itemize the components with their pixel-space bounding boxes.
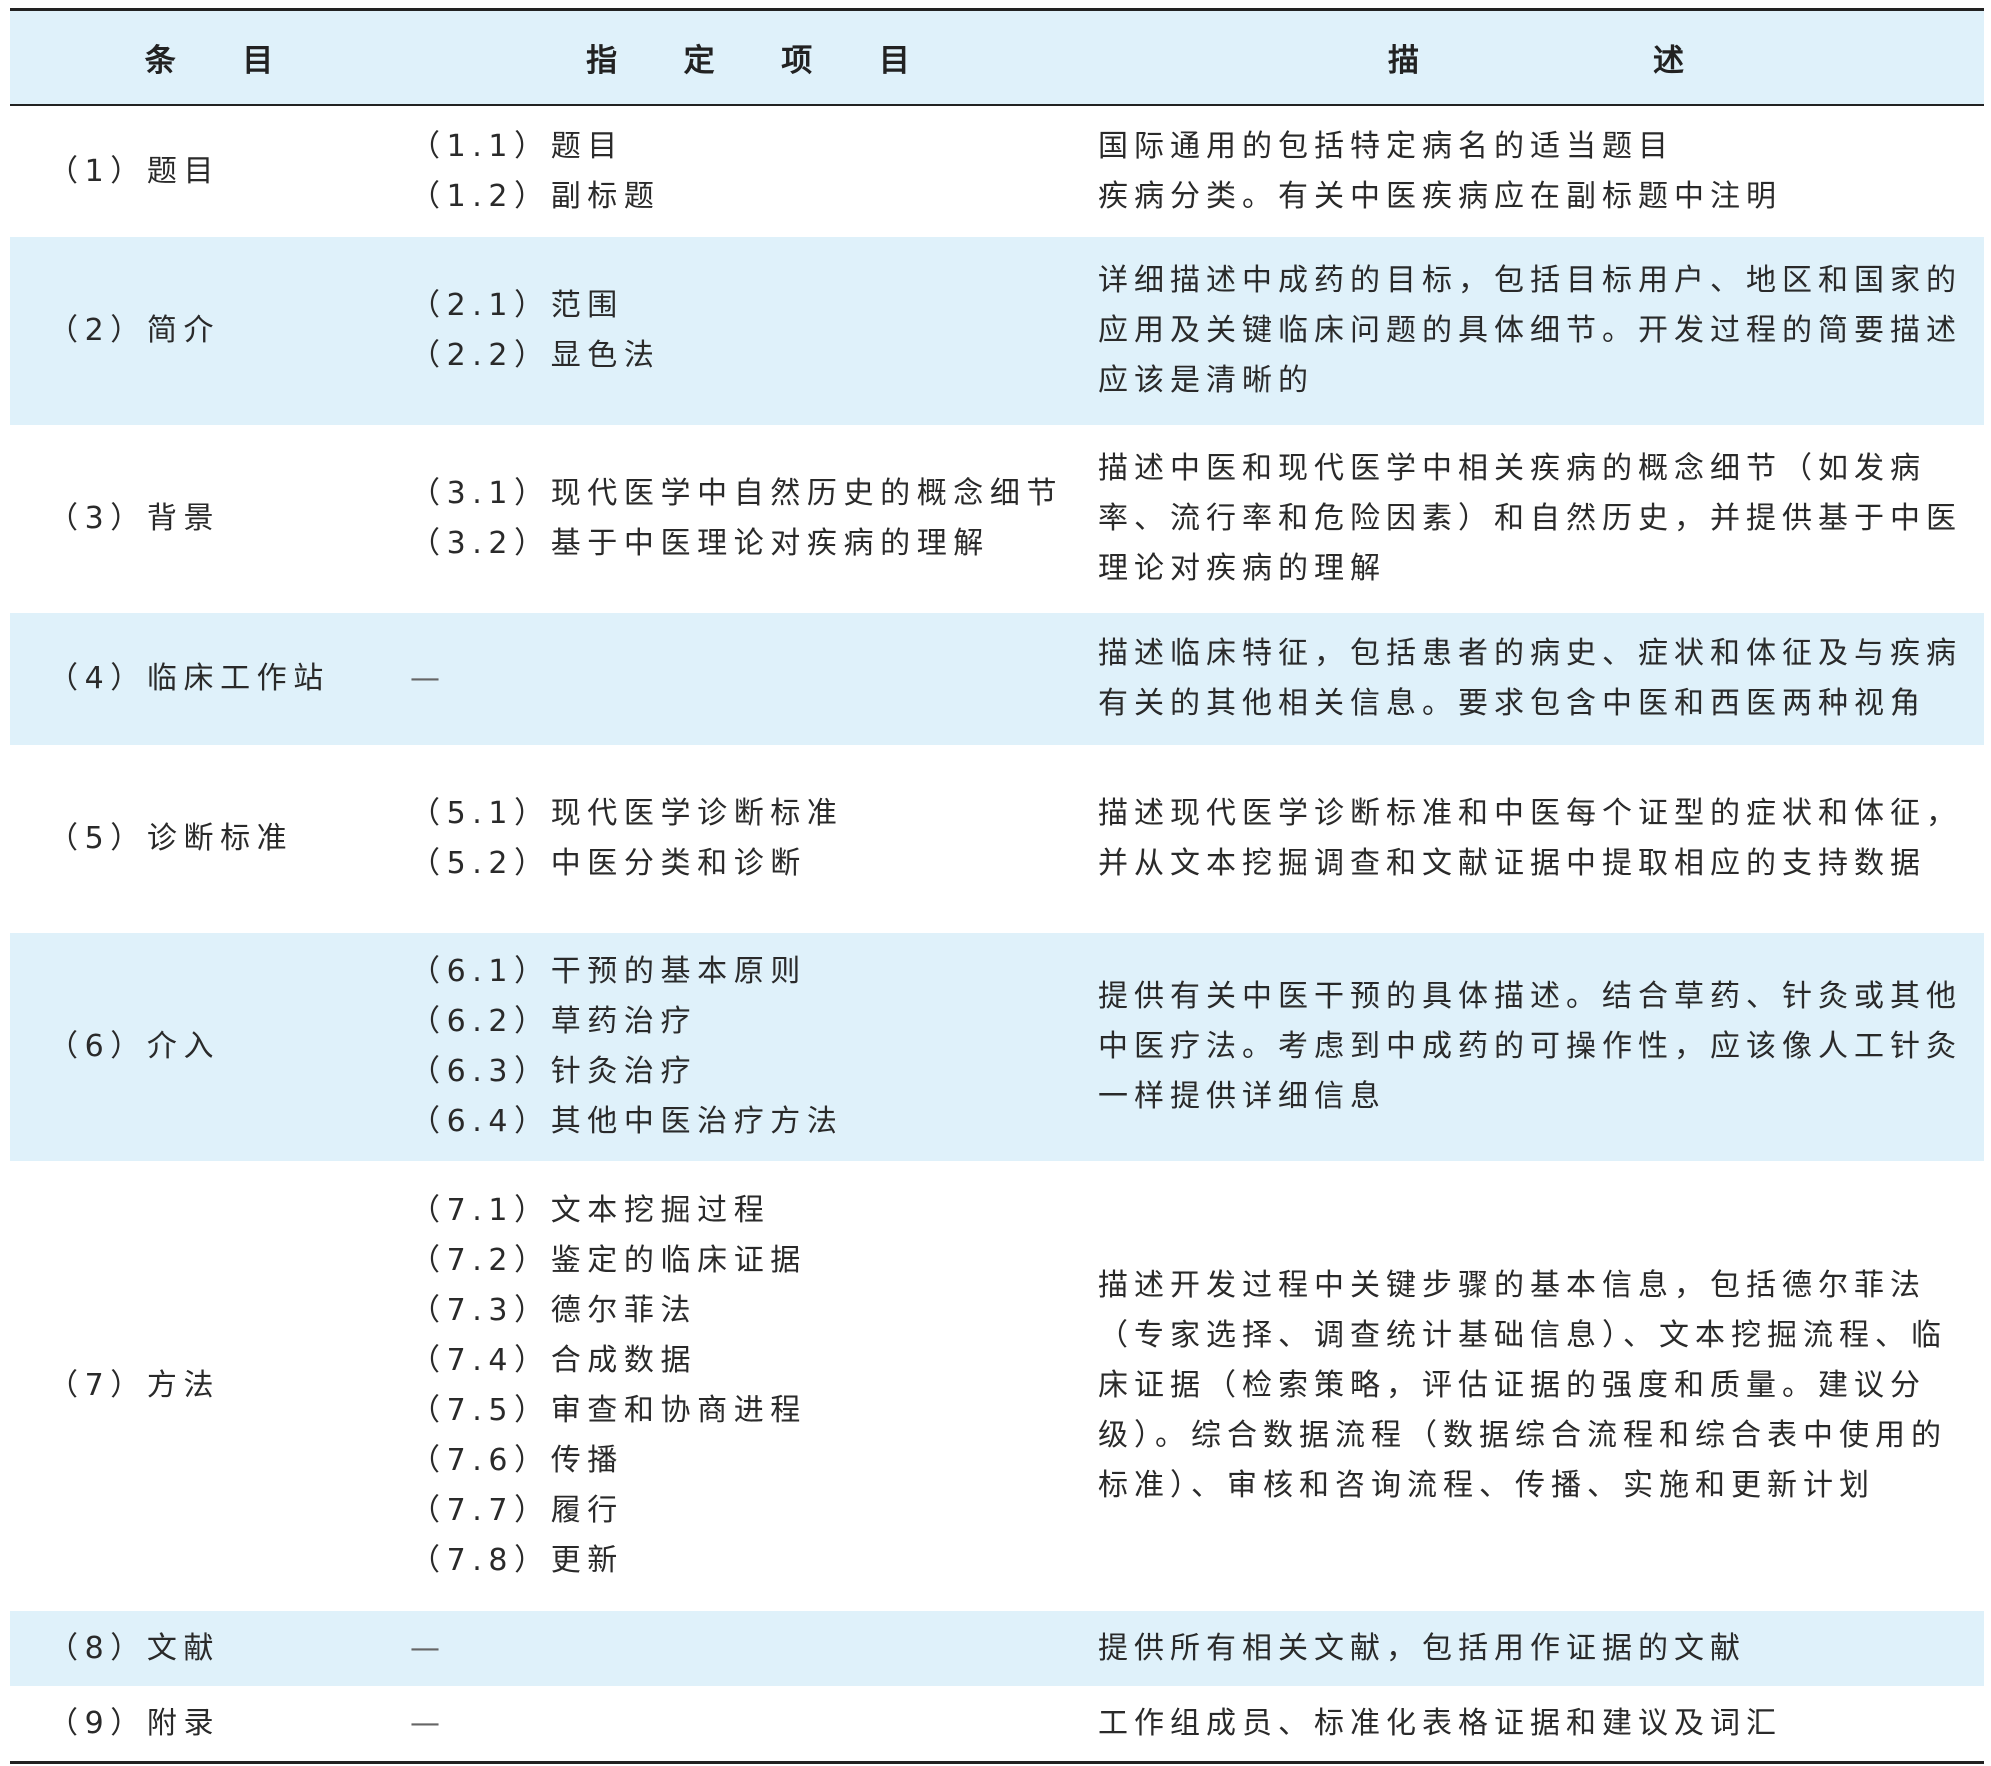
- description-cell: 国际通用的包括特定病名的适当题目 疾病分类。有关中医疾病应在副标题中注明: [1088, 105, 1984, 237]
- table-body: （1）题目 （1.1）题目 （1.2）副标题 国际通用的包括特定病名的适当题目 疾病分…: [10, 105, 1984, 1761]
- specified-item: （7.7）履行: [410, 1493, 624, 1528]
- item-label: （1）题目: [48, 153, 221, 189]
- specified-item: （3.1）现代医学中自然历史的概念细节: [410, 476, 1064, 511]
- item-cell: （1）题目: [10, 105, 408, 237]
- specified-items-cell: （6.1）干预的基本原则 （6.2）草药治疗 （6.3）针灸治疗 （6.4）其他中医治…: [408, 933, 1088, 1161]
- item-label: （7）方法: [48, 1368, 221, 1403]
- description-cell: 描述临床特征，包括患者的病史、症状和体征及与疾病有关的其他相关信息。要求包含中医…: [1088, 613, 1984, 745]
- items-table: 条 目 指 定 项 目 描 述 （1）题目 （1.1）题目 （1.2）副标题 国际通用…: [10, 11, 1984, 1761]
- description-text: 描述临床特征，包括患者的病史、症状和体征及与疾病有关的其他相关信息。要求包含中医…: [1098, 636, 1962, 721]
- item-cell: （6）介入: [10, 933, 408, 1161]
- description-cell: 工作组成员、标准化表格证据和建议及词汇: [1088, 1686, 1984, 1761]
- specified-item: —: [410, 661, 440, 696]
- specified-item: —: [410, 1630, 440, 1666]
- specified-item: （5.1）现代医学诊断标准: [410, 796, 844, 831]
- description-cell: 描述中医和现代医学中相关疾病的概念细节（如发病率、流行率和危险因素）和自然历史，…: [1088, 425, 1984, 613]
- item-label: （3）背景: [48, 501, 221, 536]
- specified-item: （2.1）范围: [410, 288, 624, 323]
- item-label: （6）介入: [48, 1029, 221, 1064]
- specified-item: （6.4）其他中医治疗方法: [410, 1104, 844, 1139]
- specified-item: —: [410, 1705, 440, 1741]
- description-text: 提供所有相关文献，包括用作证据的文献: [1098, 1630, 1746, 1666]
- table-row: （8）文献 — 提供所有相关文献，包括用作证据的文献: [10, 1611, 1984, 1686]
- item-label: （8）文献: [48, 1630, 221, 1666]
- table-row: （6）介入 （6.1）干预的基本原则 （6.2）草药治疗 （6.3）针灸治疗 （6.4）…: [10, 933, 1984, 1161]
- description-text: 详细描述中成药的目标，包括目标用户、地区和国家的应用及关键临床问题的具体细节。开…: [1098, 263, 1962, 398]
- description-cell: 提供有关中医干预的具体描述。结合草药、针灸或其他中医疗法。考虑到中成药的可操作性…: [1088, 933, 1984, 1161]
- specified-item: （6.3）针灸治疗: [410, 1054, 698, 1089]
- header-description: 描 述: [1088, 11, 1984, 106]
- specified-items-cell: —: [408, 613, 1088, 745]
- table-row: （1）题目 （1.1）题目 （1.2）副标题 国际通用的包括特定病名的适当题目 疾病分…: [10, 105, 1984, 237]
- description-text: 描述现代医学诊断标准和中医每个证型的症状和体征，并从文本挖掘调查和文献证据中提取…: [1098, 796, 1962, 881]
- item-cell: （3）背景: [10, 425, 408, 613]
- item-cell: （2）简介: [10, 237, 408, 425]
- description-text: 描述中医和现代医学中相关疾病的概念细节（如发病率、流行率和危险因素）和自然历史，…: [1098, 451, 1962, 586]
- table-row: （4）临床工作站 — 描述临床特征，包括患者的病史、症状和体征及与疾病有关的其他相关…: [10, 613, 1984, 745]
- specified-item: （3.2）基于中医理论对疾病的理解: [410, 526, 990, 561]
- table-row: （7）方法 （7.1）文本挖掘过程 （7.2）鉴定的临床证据 （7.3）德尔菲法 （7.…: [10, 1161, 1984, 1611]
- item-cell: （4）临床工作站: [10, 613, 408, 745]
- specified-items-cell: （2.1）范围 （2.2）显色法: [408, 237, 1088, 425]
- item-label: （4）临床工作站: [48, 661, 330, 696]
- specified-items-cell: （1.1）题目 （1.2）副标题: [408, 105, 1088, 237]
- table-row: （3）背景 （3.1）现代医学中自然历史的概念细节 （3.2）基于中医理论对疾病的理…: [10, 425, 1984, 613]
- item-cell: （8）文献: [10, 1611, 408, 1686]
- guideline-table: 条 目 指 定 项 目 描 述 （1）题目 （1.1）题目 （1.2）副标题 国际通用…: [10, 8, 1984, 1764]
- table-row: （5）诊断标准 （5.1）现代医学诊断标准 （5.2）中医分类和诊断 描述现代医学诊断…: [10, 745, 1984, 933]
- description-cell: 提供所有相关文献，包括用作证据的文献: [1088, 1611, 1984, 1686]
- description-text: 提供有关中医干预的具体描述。结合草药、针灸或其他中医疗法。考虑到中成药的可操作性…: [1098, 979, 1962, 1114]
- table-row: （9）附录 — 工作组成员、标准化表格证据和建议及词汇: [10, 1686, 1984, 1761]
- description-text: 国际通用的包括特定病名的适当题目 疾病分类。有关中医疾病应在副标题中注明: [1098, 128, 1782, 214]
- specified-item: （1.1）题目: [410, 128, 624, 164]
- specified-item: （7.5）审查和协商进程: [410, 1393, 807, 1428]
- table-row: （2）简介 （2.1）范围 （2.2）显色法 详细描述中成药的目标，包括目标用户、地区…: [10, 237, 1984, 425]
- specified-item: （7.3）德尔菲法: [410, 1293, 698, 1328]
- specified-item: （2.2）显色法: [410, 338, 661, 373]
- specified-item: （6.2）草药治疗: [410, 1004, 698, 1039]
- specified-item: （7.6）传播: [410, 1443, 624, 1478]
- specified-item: （1.2）副标题: [410, 178, 661, 214]
- item-cell: （5）诊断标准: [10, 745, 408, 933]
- specified-item: （7.4）合成数据: [410, 1343, 698, 1378]
- specified-items-cell: （7.1）文本挖掘过程 （7.2）鉴定的临床证据 （7.3）德尔菲法 （7.4）合成数…: [408, 1161, 1088, 1611]
- specified-item: （5.2）中医分类和诊断: [410, 846, 807, 881]
- description-text: 工作组成员、标准化表格证据和建议及词汇: [1098, 1705, 1782, 1741]
- header-row: 条 目 指 定 项 目 描 述: [10, 11, 1984, 106]
- item-cell: （9）附录: [10, 1686, 408, 1761]
- description-cell: 详细描述中成药的目标，包括目标用户、地区和国家的应用及关键临床问题的具体细节。开…: [1088, 237, 1984, 425]
- specified-item: （7.8）更新: [410, 1543, 624, 1578]
- item-label: （9）附录: [48, 1705, 221, 1741]
- specified-items-cell: —: [408, 1611, 1088, 1686]
- header-specified-items: 指 定 项 目: [408, 11, 1088, 106]
- header-item: 条 目: [10, 11, 408, 106]
- description-cell: 描述开发过程中关键步骤的基本信息，包括德尔菲法（专家选择、调查统计基础信息）、文…: [1088, 1161, 1984, 1611]
- specified-item: （6.1）干预的基本原则: [410, 954, 807, 989]
- bottom-rule: [10, 1761, 1984, 1764]
- description-text: 描述开发过程中关键步骤的基本信息，包括德尔菲法（专家选择、调查统计基础信息）、文…: [1098, 1268, 1947, 1503]
- specified-items-cell: （5.1）现代医学诊断标准 （5.2）中医分类和诊断: [408, 745, 1088, 933]
- description-cell: 描述现代医学诊断标准和中医每个证型的症状和体征，并从文本挖掘调查和文献证据中提取…: [1088, 745, 1984, 933]
- item-cell: （7）方法: [10, 1161, 408, 1611]
- specified-items-cell: （3.1）现代医学中自然历史的概念细节 （3.2）基于中医理论对疾病的理解: [408, 425, 1088, 613]
- item-label: （2）简介: [48, 313, 221, 348]
- specified-items-cell: —: [408, 1686, 1088, 1761]
- item-label: （5）诊断标准: [48, 821, 294, 856]
- specified-item: （7.2）鉴定的临床证据: [410, 1243, 807, 1278]
- specified-item: （7.1）文本挖掘过程: [410, 1193, 771, 1228]
